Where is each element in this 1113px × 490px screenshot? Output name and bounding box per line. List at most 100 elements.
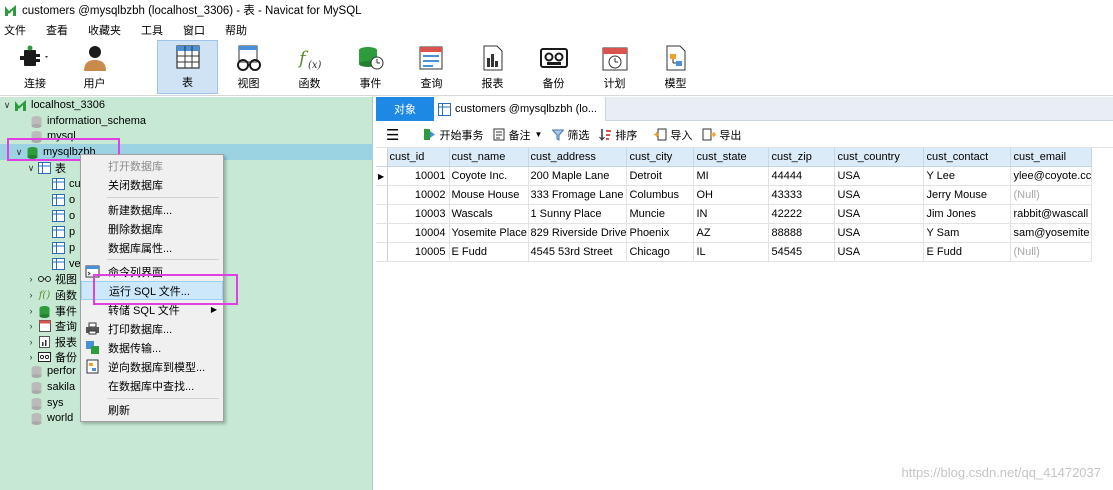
table-cell[interactable]: 10003	[387, 204, 450, 224]
table-cell[interactable]: USA	[834, 185, 925, 205]
table-row[interactable]: 10002 Mouse House 333 Fromage Lane Colum…	[376, 185, 1093, 205]
table-cell[interactable]: sam@yosemite	[1010, 223, 1093, 243]
table-cell[interactable]: 829 Riverside Drive	[528, 223, 628, 243]
expand-arrow-icon[interactable]: ›	[26, 274, 36, 284]
tree-table-item[interactable]: ve	[52, 256, 81, 272]
collapse-arrow-icon[interactable]: ∨	[26, 163, 36, 174]
table-cell[interactable]: 10004	[387, 223, 450, 243]
table-cell[interactable]: Phoenix	[626, 223, 695, 243]
table-cell[interactable]: Coyote Inc.	[449, 166, 529, 186]
tree-views-group[interactable]: › 视图	[26, 271, 78, 287]
tree-db-perfor[interactable]: perfor	[30, 363, 76, 379]
tree-functions-group[interactable]: › f() 函数	[26, 287, 78, 303]
menu-delete-database[interactable]: 删除数据库	[81, 219, 223, 238]
begin-transaction-button[interactable]: 开始事务	[423, 127, 483, 143]
table-cell[interactable]: 10005	[387, 242, 450, 262]
menu-find-in-database[interactable]: 在数据库中查找...	[81, 376, 223, 395]
table-cell[interactable]: 333 Fromage Lane	[528, 185, 628, 205]
table-row[interactable]: 10004 Yosemite Place 829 Riverside Drive…	[376, 223, 1093, 243]
column-header[interactable]: cust_contact	[923, 148, 1012, 167]
table-cell[interactable]: rabbit@wascall	[1010, 204, 1093, 224]
table-row[interactable]: 10003 Wascals 1 Sunny Place Muncie IN 42…	[376, 204, 1093, 224]
menu-favorites[interactable]: 收藏夹	[88, 22, 121, 38]
table-cell[interactable]: USA	[834, 166, 925, 186]
query-button[interactable]: 查询	[401, 40, 462, 94]
connect-button[interactable]: 连接	[6, 40, 64, 94]
table-cell[interactable]: Muncie	[626, 204, 695, 224]
table-cell[interactable]: 200 Maple Lane	[528, 166, 628, 186]
export-button[interactable]: 导出	[702, 127, 741, 143]
table-cell[interactable]: IL	[693, 242, 770, 262]
menu-refresh[interactable]: 刷新	[81, 400, 223, 419]
tree-db-sys[interactable]: sys	[30, 395, 64, 411]
dropdown-arrow-icon[interactable]: ▼	[534, 130, 542, 139]
menu-open-database[interactable]: 打开数据库	[81, 156, 223, 175]
table-cell[interactable]: Y Lee	[923, 166, 1012, 186]
menu-window[interactable]: 窗口	[183, 22, 205, 38]
table-button[interactable]: 表	[157, 40, 218, 94]
tree-db-world[interactable]: world	[30, 410, 73, 426]
column-header[interactable]: cust_id	[387, 148, 450, 167]
backup-button[interactable]: 备份	[523, 40, 584, 94]
column-header[interactable]: cust_state	[693, 148, 770, 167]
table-cell[interactable]: MI	[693, 166, 770, 186]
view-button[interactable]: 视图	[218, 40, 279, 94]
table-cell[interactable]: Columbus	[626, 185, 695, 205]
tree-table-item[interactable]: cu	[52, 176, 81, 192]
tree-table-item[interactable]: o	[52, 208, 75, 224]
current-row-pointer-icon[interactable]: ▶	[376, 166, 388, 186]
table-cell[interactable]: 43333	[768, 185, 836, 205]
expand-arrow-icon[interactable]: ›	[26, 290, 36, 300]
menu-view[interactable]: 查看	[46, 22, 68, 38]
tree-table-item[interactable]: p	[52, 240, 75, 256]
table-cell[interactable]: Jerry Mouse	[923, 185, 1012, 205]
menu-help[interactable]: 帮助	[225, 22, 247, 38]
tree-connection-localhost[interactable]: ∨ localhost_3306	[2, 97, 105, 113]
table-cell[interactable]: 4545 53rd Street	[528, 242, 628, 262]
table-cell[interactable]: 44444	[768, 166, 836, 186]
model-button[interactable]: 模型	[645, 40, 706, 94]
table-cell[interactable]: USA	[834, 204, 925, 224]
menu-tools[interactable]: 工具	[141, 22, 163, 38]
table-cell[interactable]: 10001	[387, 166, 450, 186]
tree-events-group[interactable]: › 事件	[26, 303, 77, 319]
expand-arrow-icon[interactable]: ›	[26, 337, 36, 347]
row-header[interactable]	[376, 242, 388, 262]
table-cell[interactable]: Detroit	[626, 166, 695, 186]
table-cell[interactable]: USA	[834, 223, 925, 243]
row-header[interactable]	[376, 185, 388, 205]
menu-file[interactable]: 文件	[4, 22, 26, 38]
menu-close-database[interactable]: 关闭数据库	[81, 175, 223, 194]
table-cell[interactable]: (Null)	[1010, 185, 1093, 205]
tree-queries-group[interactable]: › 查询	[26, 318, 77, 334]
menu-database-properties[interactable]: 数据库属性...	[81, 238, 223, 257]
expand-arrow-icon[interactable]: ›	[26, 306, 36, 316]
function-button[interactable]: f (x) 函数	[279, 40, 340, 94]
table-cell[interactable]: IN	[693, 204, 770, 224]
table-cell[interactable]: Jim Jones	[923, 204, 1012, 224]
row-header[interactable]	[376, 223, 388, 243]
table-cell[interactable]: USA	[834, 242, 925, 262]
table-cell[interactable]: 42222	[768, 204, 836, 224]
column-header[interactable]: cust_country	[834, 148, 925, 167]
tab-objects[interactable]: 对象	[376, 97, 434, 121]
tree-db-sakila[interactable]: sakila	[30, 379, 75, 395]
table-cell[interactable]: (Null)	[1010, 242, 1093, 262]
schedule-button[interactable]: 计划	[584, 40, 645, 94]
menu-data-transfer[interactable]: 数据传输...	[81, 338, 223, 357]
event-button[interactable]: 事件	[340, 40, 401, 94]
table-cell[interactable]: E Fudd	[449, 242, 529, 262]
data-grid[interactable]: cust_id cust_name cust_address cust_city…	[376, 148, 1113, 262]
table-cell[interactable]: 54545	[768, 242, 836, 262]
menu-print-database[interactable]: 打印数据库...	[81, 319, 223, 338]
report-button[interactable]: 报表	[462, 40, 523, 94]
table-cell[interactable]: OH	[693, 185, 770, 205]
row-header[interactable]	[376, 204, 388, 224]
column-header[interactable]: cust_email	[1010, 148, 1093, 167]
user-button[interactable]: 用户	[64, 40, 125, 94]
import-button[interactable]: 导入	[653, 127, 692, 143]
table-cell[interactable]: E Fudd	[923, 242, 1012, 262]
table-row[interactable]: 10005 E Fudd 4545 53rd Street Chicago IL…	[376, 242, 1093, 262]
hamburger-menu-icon[interactable]: ☰	[386, 126, 399, 144]
column-header[interactable]: cust_zip	[768, 148, 836, 167]
